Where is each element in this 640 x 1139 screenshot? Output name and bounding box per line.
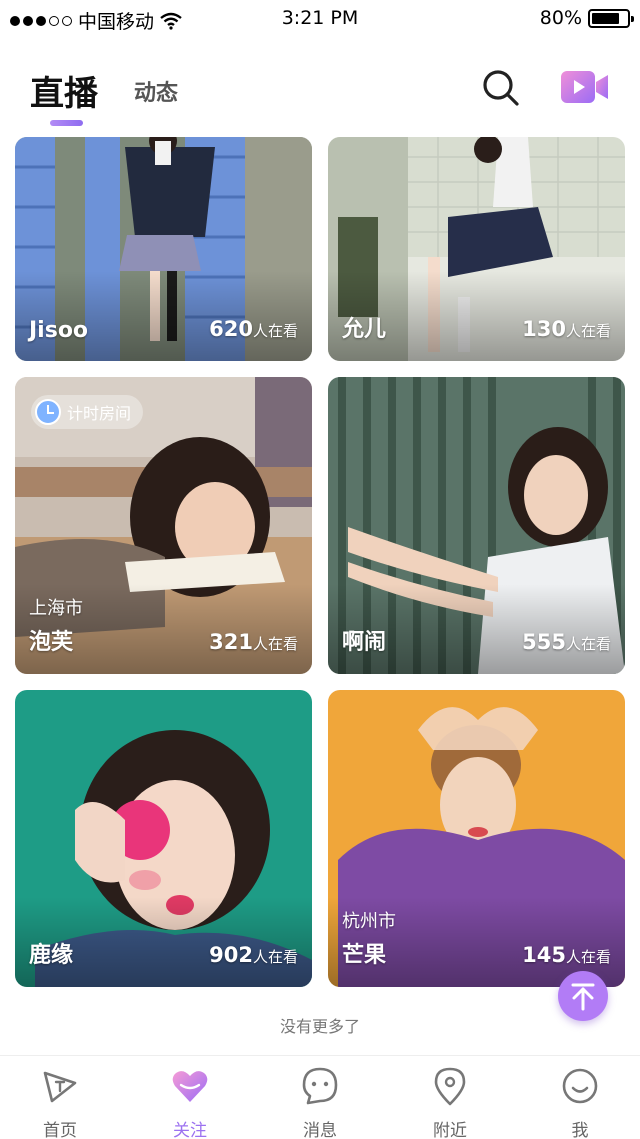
- live-card[interactable]: Jisoo 620人在看: [15, 137, 312, 361]
- nav-label: 附近: [433, 1121, 467, 1139]
- viewer-number: 902: [209, 943, 253, 967]
- badge-label: 计时房间: [67, 404, 132, 423]
- active-tab-indicator: [50, 120, 83, 126]
- live-grid: Jisoo 620人在看 允儿 130人在看 计时房间 上海市 泡芙 321人在…: [0, 137, 640, 992]
- viewer-number: 145: [522, 943, 566, 967]
- heart-icon: [172, 1071, 208, 1102]
- nav-label: 我: [571, 1121, 589, 1139]
- streamer-name: 鹿缘: [29, 943, 74, 968]
- viewer-number: 130: [522, 317, 566, 341]
- viewer-number: 555: [522, 630, 566, 654]
- viewer-unit: 人在看: [565, 948, 611, 966]
- viewer-count: 321人在看: [209, 630, 298, 654]
- streamer-city: 杭州市: [342, 911, 396, 932]
- viewer-number: 321: [209, 630, 253, 654]
- timed-room-badge: 计时房间: [31, 395, 144, 429]
- clock-icon: [35, 399, 61, 425]
- video-camera-icon[interactable]: [560, 67, 610, 107]
- end-of-list-text: 没有更多了: [279, 1017, 360, 1036]
- viewer-count: 902人在看: [209, 943, 298, 967]
- location-icon: [434, 1067, 466, 1106]
- home-icon: [43, 1071, 77, 1103]
- viewer-count: 620人在看: [209, 317, 298, 341]
- message-icon: [302, 1067, 338, 1105]
- status-bar: 中国移动 3:21 PM 80%: [0, 0, 640, 38]
- battery-percent: 80%: [539, 7, 582, 29]
- streamer-name: 泡芙: [29, 630, 74, 655]
- streamer-name: 啊闹: [342, 630, 387, 655]
- bottom-nav: 首页 关注 消息 附近 我: [0, 1055, 640, 1139]
- nav-messages[interactable]: 消息: [270, 1064, 370, 1139]
- viewer-number: 620: [209, 317, 253, 341]
- search-icon[interactable]: [481, 68, 521, 108]
- nav-nearby[interactable]: 附近: [400, 1064, 500, 1139]
- battery-icon: [588, 8, 634, 28]
- viewer-unit: 人在看: [252, 948, 298, 966]
- viewer-unit: 人在看: [565, 322, 611, 340]
- streamer-name: 允儿: [342, 317, 387, 342]
- viewer-unit: 人在看: [252, 322, 298, 340]
- viewer-unit: 人在看: [252, 635, 298, 653]
- viewer-count: 130人在看: [522, 317, 611, 341]
- nav-profile[interactable]: 我: [530, 1064, 630, 1139]
- streamer-name: 芒果: [342, 943, 387, 968]
- live-card[interactable]: 鹿缘 902人在看: [15, 690, 312, 987]
- nav-label: 关注: [173, 1121, 207, 1139]
- nav-home[interactable]: 首页: [10, 1064, 110, 1139]
- nav-label: 首页: [43, 1121, 77, 1139]
- profile-icon: [562, 1068, 598, 1104]
- nav-label: 消息: [303, 1121, 337, 1139]
- live-card[interactable]: 啊闹 555人在看: [328, 377, 625, 674]
- header: 直播 动态: [0, 40, 640, 136]
- viewer-count: 555人在看: [522, 630, 611, 654]
- streamer-city: 上海市: [29, 598, 83, 619]
- streamer-name: Jisoo: [29, 318, 89, 343]
- viewer-count: 145人在看: [522, 943, 611, 967]
- viewer-unit: 人在看: [565, 635, 611, 653]
- live-card[interactable]: 杭州市 芒果 145人在看: [328, 690, 625, 987]
- live-card[interactable]: 允儿 130人在看: [328, 137, 625, 361]
- tab-feed[interactable]: 动态: [134, 75, 178, 107]
- status-right: 80%: [539, 7, 634, 29]
- tab-live[interactable]: 直播: [30, 66, 98, 115]
- nav-follow[interactable]: 关注: [140, 1064, 240, 1139]
- live-card[interactable]: 计时房间 上海市 泡芙 321人在看: [15, 377, 312, 674]
